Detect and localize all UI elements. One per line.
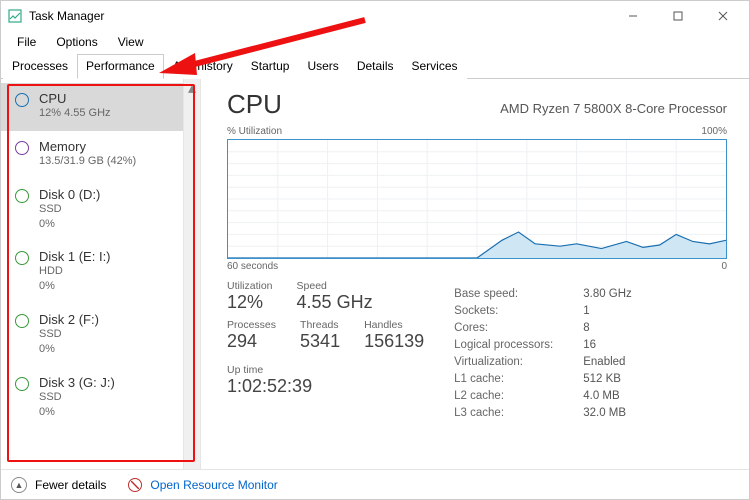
detail-value: Enabled [583,354,632,369]
sidebar: CPU12% 4.55 GHzMemory13.5/31.9 GB (42%)D… [1,79,201,469]
sidebar-scrollbar[interactable]: ▴ [183,79,200,469]
table-row: Cores:8 [454,320,632,335]
sidebar-item-title: Disk 2 (F:) [39,312,99,327]
tab-details[interactable]: Details [348,54,403,79]
stat-speed-value: 4.55 GHz [297,292,373,313]
sidebar-item-sub: SSD0% [39,327,99,357]
titlebar: Task Manager [1,1,749,31]
sidebar-item-sub: SSD0% [39,390,115,420]
status-ring-icon [15,377,29,391]
scroll-up-icon[interactable]: ▴ [184,79,200,96]
sidebar-item-title: CPU [39,91,111,106]
detail-label: L1 cache: [454,371,581,386]
stat-uptime-label: Up time [227,364,424,376]
stat-handles-label: Handles [364,319,424,331]
window-title: Task Manager [29,9,610,23]
maximize-button[interactable] [655,1,700,31]
detail-label: Virtualization: [454,354,581,369]
status-ring-icon [15,314,29,328]
sidebar-item-disk-1-e-i-[interactable]: Disk 1 (E: I:)HDD0% [1,241,200,304]
stat-utilization-value: 12% [227,292,273,313]
status-ring-icon [15,141,29,155]
sidebar-item-disk-3-g-j-[interactable]: Disk 3 (G: J:)SSD0% [1,367,200,430]
table-row: L2 cache:4.0 MB [454,388,632,403]
status-ring-icon [15,189,29,203]
detail-value: 3.80 GHz [583,286,632,301]
detail-value: 1 [583,303,632,318]
tab-app-history[interactable]: App history [164,54,242,79]
table-row: Logical processors:16 [454,337,632,352]
table-row: Virtualization:Enabled [454,354,632,369]
menubar: File Options View [1,31,749,53]
detail-value: 4.0 MB [583,388,632,403]
fewer-details-link[interactable]: Fewer details [35,478,106,492]
sidebar-item-title: Memory [39,139,136,154]
tabstrip: Processes Performance App history Startu… [1,53,749,79]
tab-services[interactable]: Services [403,54,467,79]
close-button[interactable] [700,1,745,31]
menu-file[interactable]: File [9,33,44,51]
resource-monitor-icon [128,478,142,492]
open-resource-monitor-link[interactable]: Open Resource Monitor [150,478,277,492]
detail-value: 8 [583,320,632,335]
table-row: Base speed:3.80 GHz [454,286,632,301]
chart-y-label: % Utilization [227,126,282,137]
stat-uptime-value: 1:02:52:39 [227,376,424,397]
sidebar-item-cpu[interactable]: CPU12% 4.55 GHz [1,83,200,131]
stat-utilization-label: Utilization [227,280,273,292]
sidebar-item-disk-2-f-[interactable]: Disk 2 (F:)SSD0% [1,304,200,367]
detail-label: L3 cache: [454,405,581,420]
stat-threads-value: 5341 [300,331,340,352]
detail-label: Logical processors: [454,337,581,352]
sidebar-item-title: Disk 3 (G: J:) [39,375,115,390]
chevron-up-icon[interactable]: ▲ [11,477,27,493]
tab-performance[interactable]: Performance [77,54,164,79]
table-row: L1 cache:512 KB [454,371,632,386]
stat-processes-value: 294 [227,331,276,352]
table-row: Sockets:1 [454,303,632,318]
chart-y-max: 100% [701,126,727,137]
detail-value: 32.0 MB [583,405,632,420]
detail-label: Base speed: [454,286,581,301]
sidebar-item-sub: 13.5/31.9 GB (42%) [39,154,136,169]
sidebar-item-sub: HDD0% [39,264,111,294]
tab-processes[interactable]: Processes [3,54,77,79]
statusbar: ▲ Fewer details Open Resource Monitor [1,469,749,499]
detail-label: Sockets: [454,303,581,318]
cpu-model-name: AMD Ryzen 7 5800X 8-Core Processor [500,101,727,116]
sidebar-item-title: Disk 1 (E: I:) [39,249,111,264]
tab-startup[interactable]: Startup [242,54,299,79]
stat-handles-value: 156139 [364,331,424,352]
utilization-chart [227,139,727,259]
table-row: L3 cache:32.0 MB [454,405,632,420]
sidebar-item-sub: SSD0% [39,202,100,232]
stat-processes-label: Processes [227,319,276,331]
menu-view[interactable]: View [110,33,152,51]
sidebar-item-title: Disk 0 (D:) [39,187,100,202]
detail-value: 16 [583,337,632,352]
chart-x-left: 60 seconds [227,261,278,272]
chart-x-right: 0 [721,261,727,272]
stat-speed-label: Speed [297,280,373,292]
menu-options[interactable]: Options [48,33,105,51]
main-panel: CPU AMD Ryzen 7 5800X 8-Core Processor %… [201,79,749,469]
cpu-details-table: Base speed:3.80 GHzSockets:1Cores:8Logic… [452,284,634,422]
detail-label: L2 cache: [454,388,581,403]
status-ring-icon [15,251,29,265]
sidebar-item-sub: 12% 4.55 GHz [39,106,111,121]
detail-label: Cores: [454,320,581,335]
detail-value: 512 KB [583,371,632,386]
page-title: CPU [227,89,282,120]
app-icon [5,9,25,23]
tab-users[interactable]: Users [298,54,347,79]
stat-threads-label: Threads [300,319,340,331]
sidebar-item-disk-0-d-[interactable]: Disk 0 (D:)SSD0% [1,179,200,242]
sidebar-item-memory[interactable]: Memory13.5/31.9 GB (42%) [1,131,200,179]
status-ring-icon [15,93,29,107]
minimize-button[interactable] [610,1,655,31]
